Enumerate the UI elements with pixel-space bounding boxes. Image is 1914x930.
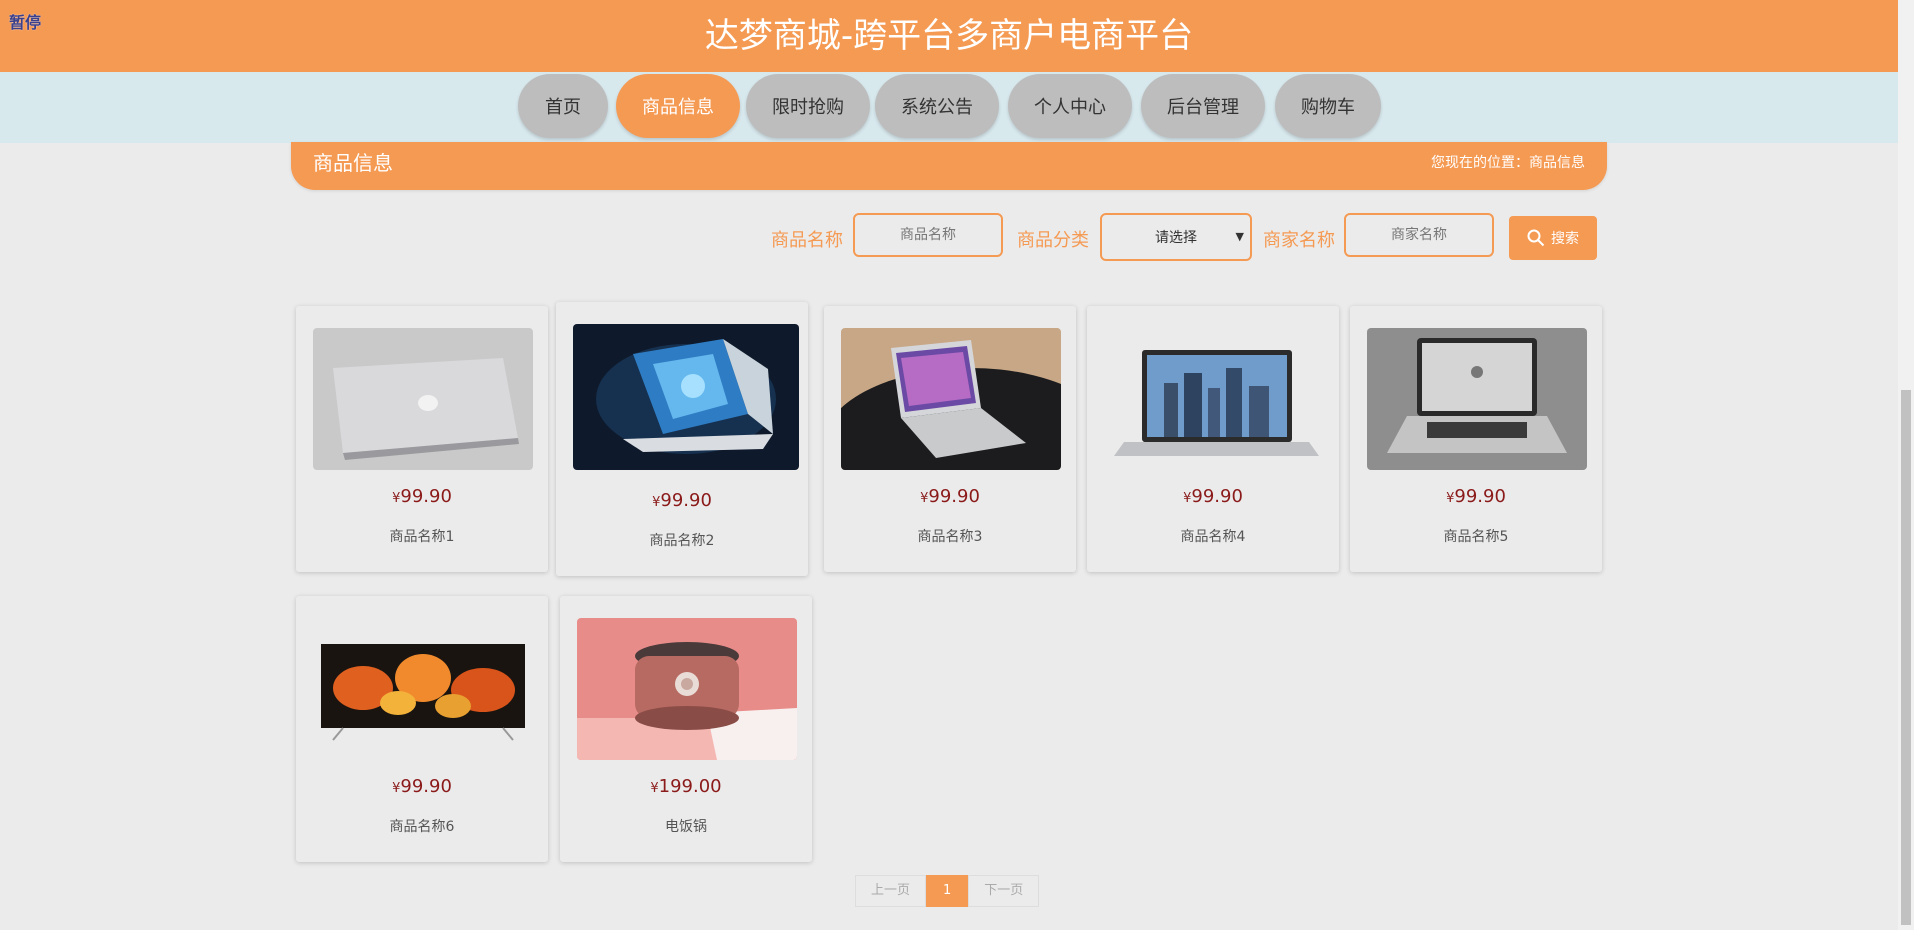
product-image-tv[interactable] (313, 618, 533, 760)
next-page-button[interactable]: 下一页 (968, 875, 1040, 907)
nav-item-announcements[interactable]: 系统公告 (875, 74, 999, 138)
page-1-button[interactable]: 1 (926, 875, 969, 907)
product-price: 99.90 (1454, 486, 1506, 507)
search-button-label: 搜索 (1551, 231, 1579, 247)
product-name[interactable]: 商品名称2 (556, 530, 808, 550)
vertical-scrollbar[interactable] (1898, 0, 1914, 930)
product-name[interactable]: 商品名称3 (824, 526, 1076, 546)
category-select[interactable]: 请选择 ▼ (1100, 213, 1252, 261)
nav-item-admin[interactable]: 后台管理 (1141, 74, 1265, 138)
product-image-laptop-table[interactable] (841, 328, 1061, 470)
product-card[interactable]: ¥99.90 商品名称4 (1087, 306, 1339, 572)
category-label: 商品分类 (1017, 230, 1089, 251)
product-card[interactable]: ¥199.00 电饭锅 (560, 596, 812, 862)
product-name-input[interactable] (853, 213, 1003, 257)
nav-item-cart[interactable]: 购物车 (1275, 74, 1381, 138)
site-title: 达梦商城-跨平台多商户电商平台 (704, 16, 1194, 56)
product-price: 99.90 (928, 486, 980, 507)
product-image-silver-laptop[interactable] (313, 328, 533, 470)
product-price: 99.90 (660, 490, 712, 511)
product-name-label: 商品名称 (771, 230, 843, 251)
currency-symbol: ¥ (650, 781, 659, 796)
product-card[interactable]: ¥99.90 商品名称2 (556, 302, 808, 576)
nav-item-products[interactable]: 商品信息 (616, 74, 740, 138)
prev-page-button[interactable]: 上一页 (855, 875, 927, 907)
product-card[interactable]: ¥99.90 商品名称3 (824, 306, 1076, 572)
product-image-laptop-city[interactable] (1104, 328, 1324, 470)
product-name[interactable]: 商品名称4 (1087, 526, 1339, 546)
product-price: 99.90 (1191, 486, 1243, 507)
product-name[interactable]: 商品名称6 (296, 816, 548, 836)
scrollbar-thumb[interactable] (1901, 390, 1911, 925)
site-header: 暂停 达梦商城-跨平台多商户电商平台 (0, 0, 1898, 72)
product-name[interactable]: 商品名称1 (296, 526, 548, 546)
chevron-down-icon: ▼ (1235, 230, 1244, 243)
product-image-gaming-pc[interactable] (573, 324, 799, 470)
nav-item-home[interactable]: 首页 (518, 74, 608, 138)
nav-item-flash-sale[interactable]: 限时抢购 (746, 74, 870, 138)
nav-item-profile[interactable]: 个人中心 (1008, 74, 1132, 138)
section-title: 商品信息 (313, 151, 393, 175)
search-icon (1527, 229, 1545, 247)
pagination: 上一页 1 下一页 (855, 875, 1040, 907)
product-card[interactable]: ¥99.90 商品名称5 (1350, 306, 1602, 572)
product-card[interactable]: ¥99.90 商品名称1 (296, 306, 548, 572)
product-price: 99.90 (400, 776, 452, 797)
product-image-macbook[interactable] (1367, 328, 1587, 470)
product-name[interactable]: 电饭锅 (560, 816, 812, 836)
merchant-label: 商家名称 (1263, 230, 1335, 251)
category-select-value: 请选择 (1155, 230, 1197, 246)
product-image-rice-cooker[interactable] (577, 618, 797, 760)
product-price: 199.00 (658, 776, 722, 797)
breadcrumb-location: 您现在的位置：商品信息 (1431, 155, 1585, 171)
search-button[interactable]: 搜索 (1509, 216, 1597, 260)
product-card[interactable]: ¥99.90 商品名称6 (296, 596, 548, 862)
product-price: 99.90 (400, 486, 452, 507)
breadcrumb-bar: 商品信息 您现在的位置：商品信息 (291, 142, 1607, 190)
main-nav: 首页 商品信息 限时抢购 系统公告 个人中心 后台管理 购物车 (0, 72, 1898, 143)
product-name[interactable]: 商品名称5 (1350, 526, 1602, 546)
merchant-name-input[interactable] (1344, 213, 1494, 257)
